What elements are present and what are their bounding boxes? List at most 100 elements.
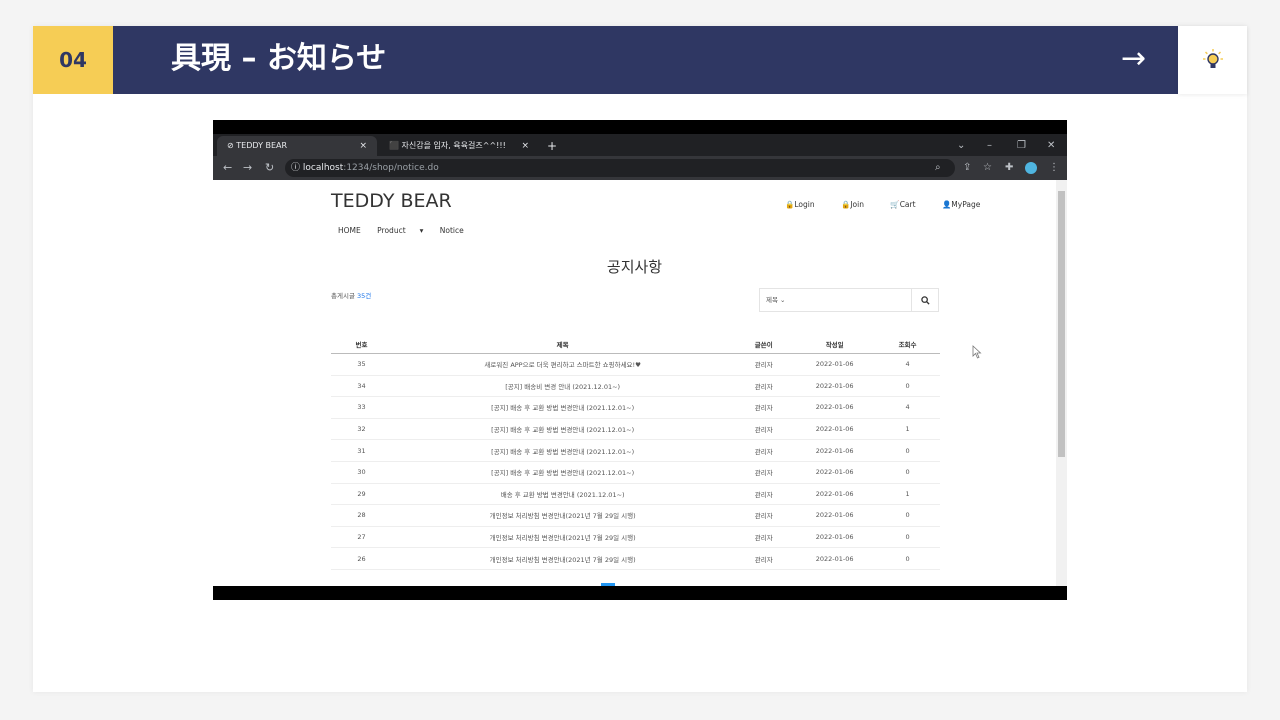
row-title[interactable]: 개인정보 처리방침 변경안내(2021년 7월 29일 시행) (392, 504, 734, 527)
tab-bar: ⊘ TEDDY BEAR × ⬛ 자신감을 입자, 육육걸즈^^!!! × + … (213, 134, 1067, 156)
col-title: 제목 (392, 334, 734, 354)
url-host: localhost (302, 163, 344, 173)
mypage-link[interactable]: 👤MyPage (942, 200, 992, 209)
join-link[interactable]: 🔒Join (841, 200, 876, 209)
table-row[interactable]: 27 개인정보 처리방침 변경안내(2021년 7월 29일 시행) 관리자 2022… (331, 526, 940, 549)
profile-avatar[interactable] (1025, 162, 1037, 174)
cart-link[interactable]: 🛒Cart (890, 200, 927, 209)
close-tab-icon[interactable]: × (521, 136, 529, 156)
col-views: 조회수 (875, 334, 940, 354)
row-views: 1 (875, 418, 940, 441)
bookmark-star-icon[interactable]: ☆ (983, 156, 992, 180)
col-number: 번호 (331, 334, 392, 354)
scrollbar[interactable] (1056, 180, 1067, 586)
post-count: 총게시글 35건 (331, 292, 372, 300)
header-bar: 04 具現 – お知らせ → (33, 26, 1178, 94)
row-views: 0 (875, 526, 940, 549)
webpage: TEDDY BEAR 🔒Login 🔒Join 🛒Cart 👤MyPage HO… (213, 180, 1056, 586)
search-button[interactable] (911, 289, 938, 311)
chevron-down-icon[interactable]: ⌄ (957, 136, 965, 156)
row-number: 31 (331, 439, 392, 462)
row-title[interactable]: 새로워진 APP으로 더욱 편리하고 스마트한 쇼핑하세요!♥ (392, 353, 734, 376)
row-date: 2022-01-06 (794, 547, 876, 570)
address-bar: ← → ↻ ⓘ localhost:1234/shop/notice.do ⌕ … (213, 156, 1067, 180)
col-date: 작성일 (794, 334, 876, 354)
row-writer: 관리자 (733, 353, 795, 376)
url-field[interactable]: ⓘ localhost:1234/shop/notice.do (285, 159, 955, 177)
row-title[interactable]: [공지] 배송 후 교환 방법 변경안내 (2021.12.01~) (392, 396, 734, 419)
row-number: 34 (331, 375, 392, 398)
menu-notice[interactable]: Notice (440, 226, 464, 235)
close-window-icon[interactable]: ✕ (1047, 136, 1055, 156)
site-brand[interactable]: TEDDY BEAR (331, 190, 452, 212)
row-title[interactable]: [공지] 배송 후 교환 방법 변경안내 (2021.12.01~) (392, 461, 734, 484)
row-writer: 관리자 (733, 418, 795, 441)
tab-label: TEDDY BEAR (236, 141, 288, 150)
globe-icon: ⊘ (227, 141, 237, 150)
back-icon[interactable]: ← (223, 156, 232, 180)
row-title[interactable]: [공지] 배송 후 교환 방법 변경안내 (2021.12.01~) (392, 439, 734, 462)
row-views: 0 (875, 547, 940, 570)
row-date: 2022-01-06 (794, 396, 876, 419)
table-row[interactable]: 32 [공지] 배송 후 교환 방법 변경안내 (2021.12.01~) 관리자 2… (331, 418, 940, 441)
share-icon[interactable]: ⇪ (963, 156, 971, 180)
row-views: 4 (875, 396, 940, 419)
row-views: 0 (875, 439, 940, 462)
browser-screenshot: ⊘ TEDDY BEAR × ⬛ 자신감을 입자, 육육걸즈^^!!! × + … (213, 120, 1067, 600)
row-title[interactable]: 배송 후 교환 방법 변경안내 (2021.12.01~) (392, 483, 734, 506)
top-links: 🔒Login 🔒Join 🛒Cart 👤MyPage (785, 200, 1004, 209)
row-date: 2022-01-06 (794, 418, 876, 441)
row-date: 2022-01-06 (794, 353, 876, 376)
row-writer: 관리자 (733, 461, 795, 484)
table-row[interactable]: 26 개인정보 처리방침 변경안내(2021년 7월 29일 시행) 관리자 2022… (331, 547, 940, 570)
row-title[interactable]: 개인정보 처리방침 변경안내(2021년 7월 29일 시행) (392, 547, 734, 570)
table-row[interactable]: 31 [공지] 배송 후 교환 방법 변경안내 (2021.12.01~) 관리자 2… (331, 439, 940, 462)
login-link[interactable]: 🔒Login (785, 200, 827, 209)
row-views: 0 (875, 504, 940, 527)
extensions-icon[interactable]: ✚ (1005, 156, 1013, 180)
search-input[interactable] (810, 289, 914, 313)
reload-icon[interactable]: ↻ (265, 156, 274, 180)
site-favicon-icon: ⬛ (389, 141, 402, 150)
table-row[interactable]: 30 [공지] 배송 후 교환 방법 변경안내 (2021.12.01~) 관리자 2… (331, 461, 940, 484)
menu-kebab-icon[interactable]: ⋮ (1049, 156, 1059, 180)
section-number: 04 (33, 26, 113, 94)
menu-product[interactable]: Product ▾ (377, 226, 423, 235)
col-writer: 글쓴이 (733, 334, 795, 354)
url-path: :1234/shop/notice.do (343, 163, 439, 173)
zoom-icon[interactable]: ⌕ (935, 156, 941, 180)
row-writer: 관리자 (733, 439, 795, 462)
restore-icon[interactable]: ❐ (1017, 136, 1026, 156)
table-row[interactable]: 34 [공지] 배송비 변경 안내 (2021.12.01~) 관리자 2022-01… (331, 375, 940, 398)
new-tab-button[interactable]: + (547, 136, 557, 156)
slide-title: 具現 – お知らせ (171, 41, 387, 76)
close-tab-icon[interactable]: × (359, 136, 367, 156)
row-title[interactable]: 개인정보 처리방침 변경안내(2021년 7월 29일 시행) (392, 526, 734, 549)
table-row[interactable]: 29 배송 후 교환 방법 변경안내 (2021.12.01~) 관리자 2022-0… (331, 483, 940, 506)
scrollbar-thumb[interactable] (1058, 191, 1065, 457)
lightbulb-icon (1178, 26, 1247, 94)
row-views: 0 (875, 375, 940, 398)
table-row[interactable]: 28 개인정보 처리방침 변경안내(2021년 7월 29일 시행) 관리자 2022… (331, 504, 940, 527)
row-views: 0 (875, 461, 940, 484)
row-number: 29 (331, 483, 392, 506)
search-type-select[interactable]: 제목 ⌄ (766, 289, 785, 311)
search-icon (920, 295, 930, 305)
table-row[interactable]: 33 [공지] 배송 후 교환 방법 변경안내 (2021.12.01~) 관리자 2… (331, 396, 940, 419)
tab-teddy-bear[interactable]: ⊘ TEDDY BEAR × (217, 136, 377, 156)
forward-icon[interactable]: → (243, 156, 252, 180)
tab-yukyuk-girls[interactable]: ⬛ 자신감을 입자, 육육걸즈^^!!! × (379, 136, 539, 156)
row-writer: 관리자 (733, 483, 795, 506)
row-writer: 관리자 (733, 396, 795, 419)
row-date: 2022-01-06 (794, 526, 876, 549)
next-arrow-icon[interactable]: → (1121, 26, 1146, 94)
info-icon: ⓘ (291, 163, 303, 173)
table-row[interactable]: 35 새로워진 APP으로 더욱 편리하고 스마트한 쇼핑하세요!♥ 관리자 2022… (331, 353, 940, 376)
notice-table: 번호 제목 글쓴이 작성일 조회수 35 새로워진 APP으로 더욱 편리하고 스… (331, 334, 940, 570)
minimize-icon[interactable]: – (987, 136, 992, 156)
row-number: 32 (331, 418, 392, 441)
row-writer: 관리자 (733, 375, 795, 398)
row-title[interactable]: [공지] 배송 후 교환 방법 변경안내 (2021.12.01~) (392, 418, 734, 441)
row-title[interactable]: [공지] 배송비 변경 안내 (2021.12.01~) (392, 375, 734, 398)
menu-home[interactable]: HOME (338, 226, 361, 235)
